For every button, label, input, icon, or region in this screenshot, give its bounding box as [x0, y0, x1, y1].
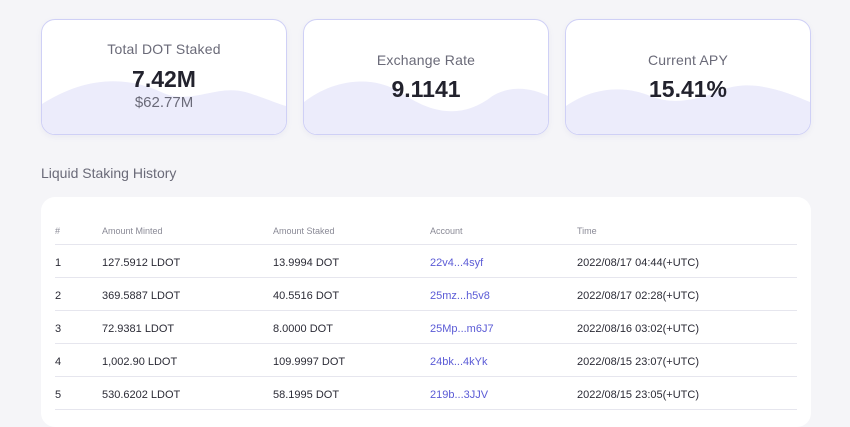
exchange-rate-card: Exchange Rate 9.1141 [303, 19, 549, 135]
time: 2022/08/15 23:05(+UTC) [577, 389, 699, 401]
card-value: 15.41% [648, 76, 727, 102]
row-index: 5 [55, 389, 62, 401]
column-header-amount-staked: Amount Staked [273, 226, 335, 236]
current-apy-card: Current APY 15.41% [565, 19, 811, 135]
time: 2022/08/16 03:02(+UTC) [577, 323, 699, 335]
row-index: 1 [55, 257, 62, 269]
table-row: 2 369.5887 LDOT 40.5516 DOT 25mz...h5v8 … [55, 278, 797, 311]
amount-staked: 109.9997 DOT [273, 356, 346, 368]
amount-minted: 72.9381 LDOT [102, 323, 175, 335]
card-subvalue: $62.77M [134, 94, 194, 111]
row-index: 4 [55, 356, 62, 368]
amount-minted: 1,002.90 LDOT [102, 356, 178, 368]
column-header-account: Account [430, 226, 463, 236]
time: 2022/08/17 04:44(+UTC) [577, 257, 699, 269]
amount-staked: 58.1995 DOT [273, 389, 340, 401]
staking-history-table: # Amount Minted Amount Staked Account Ti… [41, 197, 811, 427]
account-link[interactable]: 219b...3JJV [430, 387, 488, 403]
account-link[interactable]: 22v4...4syf [430, 255, 483, 271]
table-row: 1 127.5912 LDOT 13.9994 DOT 22v4...4syf … [55, 245, 797, 278]
account-link[interactable]: 24bk...4kYk [430, 354, 487, 370]
amount-staked: 13.9994 DOT [273, 257, 340, 269]
card-label: Current APY [647, 52, 728, 68]
card-value: 9.1141 [391, 76, 461, 102]
amount-minted: 127.5912 LDOT [102, 257, 181, 269]
amount-staked: 8.0000 DOT [273, 323, 333, 335]
card-label: Total DOT Staked [107, 41, 221, 57]
table-row: 5 530.6202 LDOT 58.1995 DOT 219b...3JJV … [55, 377, 797, 410]
account-link[interactable]: 25Mp...m6J7 [430, 321, 494, 337]
account-link[interactable]: 25mz...h5v8 [430, 288, 490, 304]
amount-minted: 530.6202 LDOT [102, 389, 181, 401]
card-value: 7.42M [132, 66, 196, 92]
total-dot-staked-card: Total DOT Staked 7.42M $62.77M [41, 19, 287, 135]
table-row: 4 1,002.90 LDOT 109.9997 DOT 24bk...4kYk… [55, 344, 797, 377]
amount-staked: 40.5516 DOT [273, 290, 340, 302]
table-header: # Amount Minted Amount Staked Account Ti… [55, 219, 797, 245]
column-header-amount-minted: Amount Minted [102, 226, 163, 236]
column-header-time: Time [577, 226, 597, 236]
column-header-index: # [55, 226, 61, 236]
amount-minted: 369.5887 LDOT [102, 290, 181, 302]
row-index: 3 [55, 323, 62, 335]
table-row: 3 72.9381 LDOT 8.0000 DOT 25Mp...m6J7 20… [55, 311, 797, 344]
time: 2022/08/15 23:07(+UTC) [577, 356, 699, 368]
stats-row: Total DOT Staked 7.42M $62.77M Exchange … [41, 19, 811, 135]
row-index: 2 [55, 290, 62, 302]
card-label: Exchange Rate [376, 52, 476, 68]
section-title: Liquid Staking History [41, 165, 177, 181]
time: 2022/08/17 02:28(+UTC) [577, 290, 699, 302]
